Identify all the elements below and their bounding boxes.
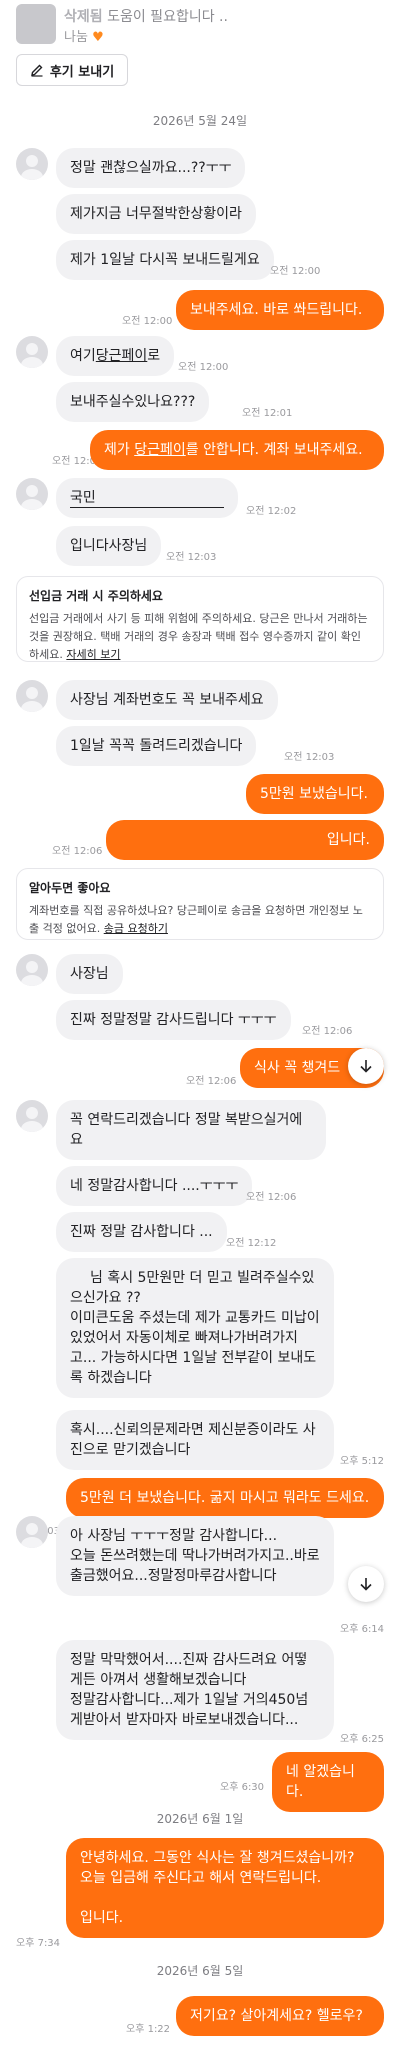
outgoing-message[interactable]: 입니다. (106, 820, 384, 860)
incoming-message[interactable]: 사장님 (56, 954, 123, 994)
outgoing-message[interactable]: 5만원 더 보냈습니다. 굶지 마시고 뭐라도 드세요. (66, 1478, 384, 1518)
date-divider: 2026년 6월 5일 (156, 1964, 244, 1978)
scroll-to-bottom-button[interactable] (348, 1048, 384, 1084)
incoming-message[interactable]: 진짜 정말 감사합니다 ... (56, 1212, 227, 1252)
avatar-icon[interactable] (16, 478, 48, 510)
incoming-message[interactable]: 아 사장님 ㅜㅜㅜ정말 감사합니다... 오늘 돈쓰려했는데 딱나가버려가지고.… (56, 1516, 334, 1596)
notice-body: 선입금 거래에서 사기 등 피해 위험에 주의하세요. 당근은 만나서 거래하는… (29, 610, 371, 664)
incoming-message[interactable]: 제가 1일날 다시꼭 보내드릴게요 (56, 240, 274, 280)
incoming-message[interactable]: 보내주실수있나요??? (56, 382, 210, 422)
date-divider: 2026년 5월 24일 (152, 114, 248, 128)
outgoing-message[interactable]: 안녕하세요. 그동안 식사는 잘 챙겨드셨습니까? 오늘 입금해 주신다고 해서… (66, 1838, 384, 1938)
message-time: 오전 12:06 (186, 1076, 237, 1087)
incoming-message[interactable]: 입니다사장님 (56, 526, 162, 566)
tip-notice: 알아두면 좋아요 계좌번호를 직접 공유하셨나요? 당근페이로 송금을 요청하면… (16, 868, 384, 940)
message-time: 오전 12:02 (246, 506, 297, 517)
pencil-icon (30, 64, 43, 77)
message-time: 오전 12:06 (302, 1026, 353, 1037)
outgoing-message[interactable]: 보내주세요. 바로 쏴드립니다. (176, 290, 384, 330)
outgoing-message[interactable]: 5만원 보냈습니다. (246, 774, 384, 814)
message-time: 오후 5:12 (340, 1456, 385, 1467)
nickname: 나눔 ♥ (64, 26, 104, 45)
nickname-text: 나눔 (64, 30, 88, 45)
account-number-underline (70, 507, 224, 508)
message-text: 로 (147, 348, 161, 364)
avatar-icon[interactable] (16, 680, 48, 712)
incoming-message[interactable]: 여기당근페이로 (56, 336, 175, 376)
avatar-icon[interactable] (16, 1516, 48, 1548)
date-divider: 2026년 6월 1일 (156, 1812, 244, 1826)
incoming-message[interactable]: 제가지금 너무절박한상황이라 (56, 194, 256, 234)
message-time: 오후 6:30 (220, 1782, 265, 1793)
incoming-message[interactable]: 님 혹시 5만원만 더 믿고 빌려주실수있으신가요 ?? 이미큰도움 주셨는데 … (56, 1258, 334, 1398)
incoming-message[interactable]: 혹시....신뢰의문제라면 제신분증이라도 사진으로 맏기겠습니다 (56, 1410, 334, 1470)
message-time: 오전 12:00 (270, 266, 321, 277)
message-time: 오전 12:00 (122, 316, 173, 327)
send-review-label: 후기 보내기 (49, 64, 115, 80)
message-time: 오전 12:12 (226, 1238, 277, 1249)
item-title-text: 삭제됨 (64, 9, 103, 25)
item-thumbnail[interactable] (16, 4, 56, 44)
send-review-button[interactable]: 후기 보내기 (16, 54, 128, 86)
message-time: 오전 12:03 (284, 752, 335, 763)
message-time: 오전 12:03 (166, 552, 217, 563)
message-time: 오후 1:22 (126, 2024, 171, 2035)
avatar-icon[interactable] (16, 336, 48, 368)
incoming-message[interactable]: 사장님 계좌번호도 꼭 보내주세요 (56, 680, 278, 720)
avatar-icon[interactable] (16, 148, 48, 180)
message-time: 오전 12:06 (246, 1192, 297, 1203)
chevron-down-icon (360, 1578, 372, 1591)
message-time: 오후 6:14 (340, 1624, 385, 1635)
daangn-pay-link[interactable]: 당근페이 (134, 442, 186, 458)
avatar-icon[interactable] (16, 1100, 48, 1132)
notice-text: 계좌번호를 직접 공유하셨나요? 당근페이로 송금을 요청하면 개인정보 노출 … (29, 904, 363, 935)
item-status-text: 도움이 필요합니다 .. (107, 9, 228, 25)
incoming-message[interactable]: 네 정말감사합니다 ....ㅜㅜㅜ (56, 1166, 253, 1206)
message-time: 오전 12:01 (242, 408, 293, 419)
daangn-pay-link[interactable]: 당근페이 (96, 348, 148, 364)
scroll-to-bottom-button[interactable] (348, 1566, 384, 1602)
heart-icon: ♥ (92, 30, 104, 45)
message-text: 여기 (70, 348, 96, 364)
request-transfer-link[interactable]: 송금 요청하기 (104, 922, 168, 935)
message-time: 오후 7:34 (16, 1938, 61, 1949)
message-text: 를 안합니다. 계좌 보내주세요. (185, 442, 363, 458)
notice-title: 선입금 거래 시 주의하세요 (29, 589, 163, 603)
incoming-message[interactable]: 1일날 꼭꼭 돌려드리겠습니다 (56, 726, 257, 766)
avatar-icon[interactable] (16, 954, 48, 986)
outgoing-message[interactable]: 제가 당근페이를 안합니다. 계좌 보내주세요. (90, 430, 384, 470)
incoming-message[interactable]: 정말 막막했어서....진짜 감사드려요 어떻게든 아껴서 생활해보겠습니다 정… (56, 1640, 334, 1740)
notice-title: 알아두면 좋아요 (29, 881, 111, 895)
incoming-message[interactable]: 꼭 연락드리겠습니다 정말 복받으실거에요 (56, 1100, 326, 1160)
incoming-message[interactable]: 국민 (56, 478, 238, 518)
safety-notice: 선입금 거래 시 주의하세요 선입금 거래에서 사기 등 피해 위험에 주의하세… (16, 576, 384, 662)
message-time: 오후 6:25 (340, 1734, 385, 1745)
message-time: 오전 12:00 (178, 362, 229, 373)
incoming-message[interactable]: 진짜 정말정말 감사드립니다 ㅜㅜㅜ (56, 1000, 291, 1040)
message-text: 국민 (70, 490, 96, 506)
message-text: 제가 (104, 442, 135, 458)
message-time: 오전 12:06 (52, 846, 103, 857)
outgoing-message[interactable]: 저기요? 살아계세요? 헬로우? (176, 1996, 384, 2036)
notice-body: 계좌번호를 직접 공유하셨나요? 당근페이로 송금을 요청하면 개인정보 노출 … (29, 902, 371, 938)
outgoing-message[interactable]: 네 알겠습니다. (272, 1752, 384, 1812)
incoming-message[interactable]: 정말 괜찮으실까요...??ㅜㅜ (56, 148, 246, 188)
see-details-link[interactable]: 자세히 보기 (66, 648, 120, 661)
chevron-down-icon (360, 1060, 372, 1073)
item-title[interactable]: 삭제됨 도움이 필요합니다 .. (64, 6, 228, 26)
